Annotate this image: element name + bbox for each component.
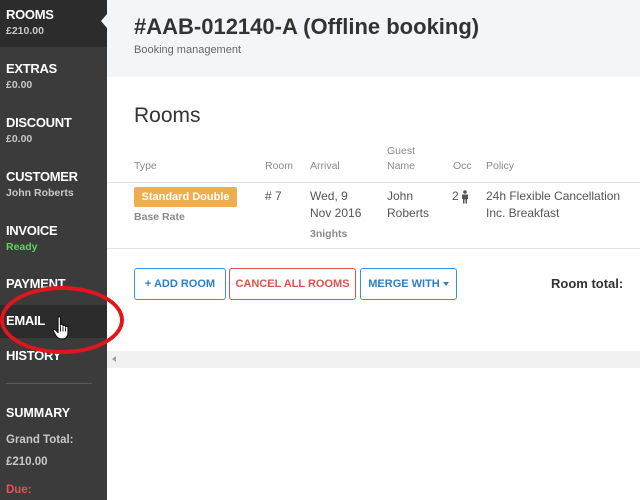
sidebar-item-label: DISCOUNT [6, 115, 72, 130]
add-room-button[interactable]: + ADD ROOM [134, 268, 226, 300]
rate-label: Base Rate [134, 211, 185, 223]
sidebar-item-value: £0.00 [6, 79, 33, 91]
room-number: # 7 [265, 189, 282, 203]
grand-total-value: £210.00 [6, 456, 48, 468]
sidebar-item-label: PAYMENT [6, 276, 66, 291]
sidebar-item-invoice[interactable]: INVOICE Ready [0, 223, 107, 255]
sidebar-item-label: CUSTOMER [6, 169, 78, 184]
section-title: Rooms [134, 104, 201, 127]
nights-count: 3nights [310, 228, 348, 240]
scroll-left-arrow-icon[interactable] [112, 356, 116, 362]
due-label: Due: [6, 484, 32, 496]
room-type-badge: Standard Double [134, 187, 237, 207]
merge-with-button[interactable]: MERGE WITH [360, 268, 457, 300]
column-header-policy: Policy [486, 160, 515, 172]
table-divider [107, 248, 640, 249]
sidebar-item-discount[interactable]: DISCOUNT £0.00 [0, 115, 107, 147]
policy-detail: Inc. Breakfast [486, 206, 560, 220]
sidebar-item-value: £0.00 [6, 133, 33, 145]
column-header-arrival: Arrival [310, 160, 340, 172]
sidebar-item-label: ROOMS [6, 7, 54, 22]
summary-heading: SUMMARY [6, 406, 71, 420]
page-header: #AAB-012140-A (Offline booking) Booking … [107, 0, 640, 77]
column-header-room: Room [265, 160, 294, 172]
guest-last-name: Roberts [387, 206, 430, 220]
column-header-name: Name [387, 160, 416, 172]
sidebar-item-extras[interactable]: EXTRAS £0.00 [0, 61, 107, 93]
sidebar-divider [6, 383, 92, 384]
table-divider [107, 182, 640, 183]
sidebar-item-customer[interactable]: CUSTOMER John Roberts [0, 169, 107, 201]
sidebar-item-payment[interactable]: PAYMENT [0, 276, 107, 291]
sidebar-item-status: Ready [6, 241, 38, 253]
page-subtitle: Booking management [134, 44, 242, 56]
sidebar-item-history[interactable]: HISTORY [0, 348, 107, 363]
column-header-occ: Occ [453, 160, 472, 172]
sidebar: ROOMS £210.00 EXTRAS £0.00 DISCOUNT £0.0… [0, 0, 107, 500]
arrival-date: Wed, 9 [310, 189, 348, 203]
horizontal-scrollbar[interactable] [107, 351, 640, 368]
sidebar-item-email[interactable]: EMAIL [0, 305, 107, 338]
sidebar-item-rooms[interactable]: ROOMS £210.00 [0, 0, 107, 47]
caret-down-icon [442, 282, 449, 287]
merge-with-label: MERGE WITH [368, 278, 440, 290]
sidebar-item-label: INVOICE [6, 223, 58, 238]
room-total-label: Room total: [551, 276, 624, 291]
cancel-all-rooms-button[interactable]: CANCEL ALL ROOMS [229, 268, 356, 300]
sidebar-item-label: EXTRAS [6, 61, 57, 76]
sidebar-item-label: EMAIL [6, 313, 45, 328]
person-icon [462, 190, 468, 204]
policy-name: 24h Flexible Cancellation [486, 189, 621, 203]
column-header-type: Type [134, 160, 157, 172]
occupancy-count: 2 [452, 189, 459, 203]
sidebar-item-value: John Roberts [6, 187, 74, 199]
grand-total-label: Grand Total: [6, 434, 74, 446]
arrival-date-line2: Nov 2016 [310, 206, 362, 220]
sidebar-item-value: £210.00 [6, 25, 44, 37]
guest-first-name: John [387, 189, 414, 203]
page-title: #AAB-012140-A (Offline booking) [134, 14, 480, 39]
column-header-guest: Guest [387, 145, 416, 157]
sidebar-item-label: HISTORY [6, 348, 61, 363]
